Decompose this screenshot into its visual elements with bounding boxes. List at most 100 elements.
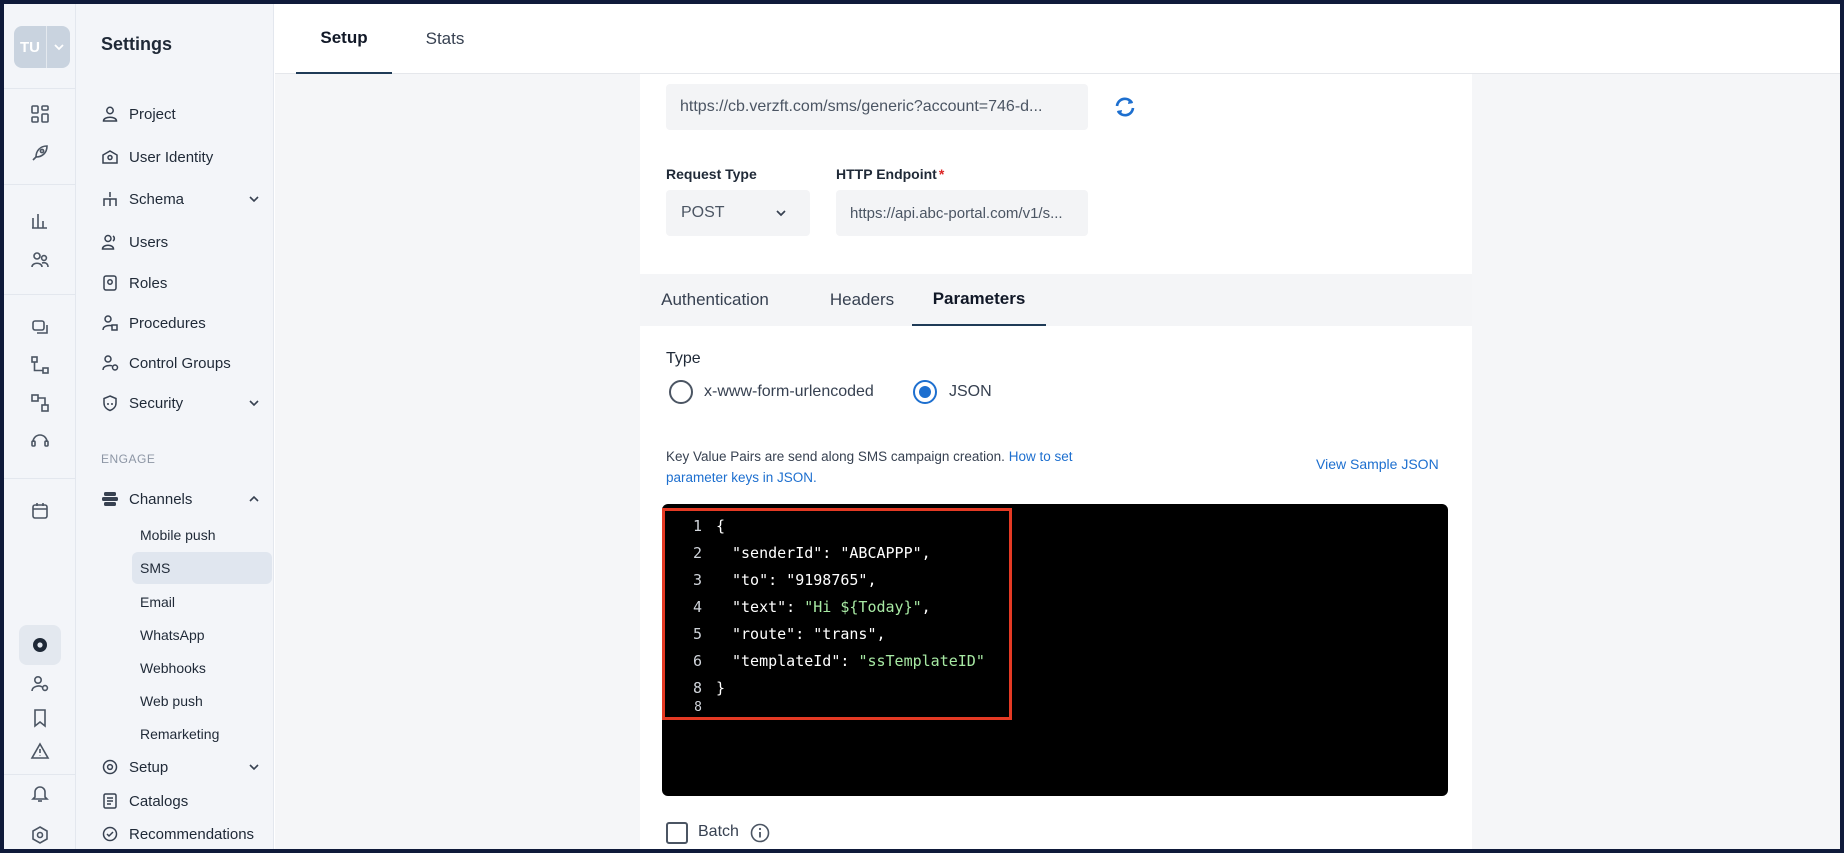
tab-setup[interactable]: Setup xyxy=(296,4,392,74)
sidebar-item-label: Procedures xyxy=(129,314,206,332)
request-type-label: Request Type xyxy=(666,166,757,182)
request-sub-tabs: Authentication Headers Parameters xyxy=(640,274,1472,326)
code-text: } xyxy=(716,679,726,697)
code-line: 6 "templateId": "ssTemplateID" xyxy=(662,649,985,673)
sidebar-subitem-webhooks[interactable]: Webhooks xyxy=(132,652,272,684)
sidebar-item-control-groups[interactable]: Control Groups xyxy=(100,348,266,378)
sidebar-item-recommendations[interactable]: Recommendations xyxy=(100,819,266,849)
sidebar-item-schema[interactable]: Schema xyxy=(100,184,266,214)
line-number: 8 xyxy=(694,699,702,715)
sidebar-item-roles[interactable]: Roles xyxy=(100,268,266,298)
view-sample-json-link[interactable]: View Sample JSON xyxy=(1316,456,1439,472)
sidebar-item-label: Users xyxy=(129,233,169,251)
rail-divider xyxy=(4,88,76,89)
code-string: "ABCAPPP" xyxy=(840,544,922,562)
procedures-icon xyxy=(100,313,120,333)
json-code-editor[interactable]: 1 { 2 "senderId": "ABCAPPP", 3 "to": "91… xyxy=(662,504,1448,796)
sidebar-item-label: Project xyxy=(129,105,176,123)
sidebar-item-setup[interactable]: Setup xyxy=(100,752,266,782)
batch-checkbox[interactable] xyxy=(666,822,688,844)
radio-urlencoded[interactable] xyxy=(669,380,693,404)
bell-icon[interactable] xyxy=(27,780,53,806)
sidebar-item-label: Channels xyxy=(129,490,193,508)
code-punct: , xyxy=(867,571,877,589)
code-line: 5 "route": "trans", xyxy=(662,622,886,646)
schema-icon xyxy=(100,189,120,209)
chevron-down-icon xyxy=(249,400,259,407)
support-icon[interactable] xyxy=(27,428,53,454)
gear-icon xyxy=(100,757,120,777)
tab-stats[interactable]: Stats xyxy=(405,4,485,74)
tab-parameters[interactable]: Parameters xyxy=(912,274,1046,326)
line-number: 2 xyxy=(692,544,702,562)
code-string: "Hi ${Today}" xyxy=(804,598,922,616)
sidebar-item-label: User Identity xyxy=(129,148,214,166)
sidebar-item-procedures[interactable]: Procedures xyxy=(100,308,266,338)
request-type-value: POST xyxy=(681,204,725,221)
catalog-icon xyxy=(100,791,120,811)
sidebar-subitem-email[interactable]: Email xyxy=(132,586,272,618)
warning-icon[interactable] xyxy=(27,738,53,764)
segments-icon[interactable] xyxy=(27,247,53,273)
sidebar-item-label: Roles xyxy=(129,274,168,292)
sidebar-subitem-remarketing[interactable]: Remarketing xyxy=(132,718,272,750)
analytics-icon[interactable] xyxy=(27,208,53,234)
rail-divider xyxy=(4,774,76,775)
flows-icon[interactable] xyxy=(27,352,53,378)
code-line: 8 xyxy=(662,698,716,716)
campaigns-icon[interactable] xyxy=(27,314,53,340)
refresh-icon[interactable] xyxy=(1112,94,1138,120)
request-type-select[interactable]: POST xyxy=(666,190,810,236)
http-endpoint-label: HTTP Endpoint * xyxy=(836,166,944,182)
person-icon xyxy=(100,104,120,124)
sidebar-item-project[interactable]: Project xyxy=(100,99,266,129)
sidebar-subitem-whatsapp[interactable]: WhatsApp xyxy=(132,619,272,651)
dashboard-icon[interactable] xyxy=(27,101,53,127)
rocket-icon[interactable] xyxy=(27,140,53,166)
sidebar-subitem-mobile-push[interactable]: Mobile push xyxy=(132,519,272,551)
parameters-help-text: Key Value Pairs are send along SMS campa… xyxy=(666,446,1106,488)
code-line: 4 "text": "Hi ${Today}", xyxy=(662,595,931,619)
bookmark-icon[interactable] xyxy=(27,705,53,731)
required-marker: * xyxy=(938,166,945,182)
journeys-icon[interactable] xyxy=(27,390,53,416)
sidebar-item-channels[interactable]: Channels xyxy=(100,484,266,514)
tab-authentication[interactable]: Authentication xyxy=(640,274,790,326)
sidebar-subitem-web-push[interactable]: Web push xyxy=(132,685,272,717)
sidebar-item-users[interactable]: Users xyxy=(100,227,266,257)
help-icon[interactable] xyxy=(27,822,53,848)
radio-json[interactable] xyxy=(913,380,937,404)
type-label: Type xyxy=(666,350,701,367)
radio-urlencoded-label: x-www-form-urlencoded xyxy=(704,383,874,400)
batch-label: Batch xyxy=(698,823,739,840)
roles-icon xyxy=(100,273,120,293)
settings-gear-icon[interactable] xyxy=(19,625,61,665)
line-number: 4 xyxy=(692,598,702,616)
sidebar-subitem-sms[interactable]: SMS xyxy=(132,552,272,584)
http-endpoint-label-text: HTTP Endpoint xyxy=(836,166,937,182)
tab-headers[interactable]: Headers xyxy=(812,274,912,326)
line-number: 6 xyxy=(692,652,702,670)
code-punct: , xyxy=(876,625,886,643)
http-endpoint-input[interactable]: https://api.abc-portal.com/v1/s... xyxy=(836,190,1088,236)
sidebar-item-catalogs[interactable]: Catalogs xyxy=(100,786,266,816)
sidebar-item-security[interactable]: Security xyxy=(100,388,266,418)
calendar-icon[interactable] xyxy=(27,498,53,524)
app-window: TU Settings Project User Identity Schema… xyxy=(4,4,1840,849)
code-key: "templateId": xyxy=(732,652,859,670)
id-card-icon xyxy=(100,147,120,167)
control-groups-icon xyxy=(100,353,120,373)
user-search-icon[interactable] xyxy=(27,671,53,697)
code-line: 8 } xyxy=(662,676,725,700)
code-key: "text": xyxy=(732,598,805,616)
code-punct: , xyxy=(921,598,931,616)
account-switcher[interactable]: TU xyxy=(14,26,70,68)
line-number: 8 xyxy=(692,679,702,697)
sidebar-item-label: Security xyxy=(129,394,184,412)
line-number: 1 xyxy=(692,517,702,535)
line-number: 3 xyxy=(692,571,702,589)
sidebar-item-user-identity[interactable]: User Identity xyxy=(100,142,266,172)
icon-rail: TU xyxy=(4,4,76,849)
info-icon[interactable] xyxy=(749,822,771,844)
callback-url-field[interactable]: https://cb.verzft.com/sms/generic?accoun… xyxy=(666,84,1088,130)
